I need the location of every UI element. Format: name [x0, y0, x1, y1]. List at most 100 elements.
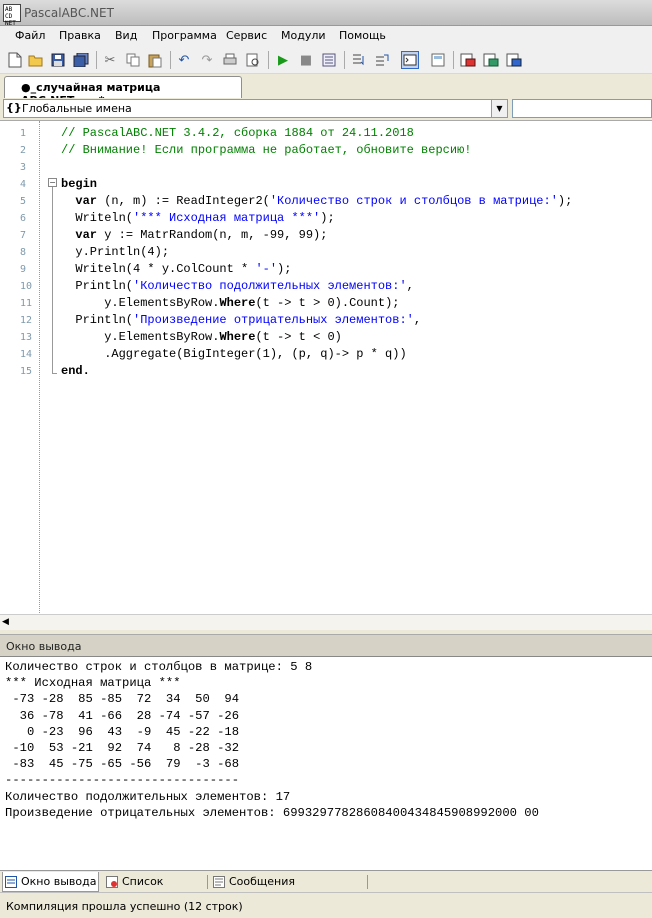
line-number: 10	[20, 281, 33, 292]
output-panel-header: Окно вывода	[0, 634, 652, 656]
line-number: 6	[20, 213, 27, 224]
chevron-down-icon[interactable]: ▼	[491, 100, 507, 117]
code-line[interactable]: begin	[61, 176, 97, 193]
tab-compiler-messages[interactable]: Сообщения компилятора	[211, 872, 366, 908]
code-token: 'Произведение отрицательных элементов:'	[133, 313, 414, 327]
toolbar-separator	[170, 51, 171, 69]
undo-icon[interactable]: ↶	[175, 51, 193, 69]
code-line[interactable]: .Aggregate(BigInteger(1), (p, q)-> p * q…	[61, 346, 407, 363]
code-editor[interactable]: 1 2 3 4 5 6 7 8 9 10 11 12 13 14 15 − // PascalABC.NET…	[0, 120, 652, 615]
stop-icon[interactable]: ■	[297, 51, 315, 69]
output-window-icon	[5, 876, 17, 888]
code-line[interactable]: y.Println(4);	[61, 244, 169, 261]
toolbar: ✂ ↶ ↷ ▶ ■	[0, 46, 652, 74]
line-number: 14	[20, 349, 33, 360]
output-line: Произведение отрицательных элементов: 69…	[5, 805, 539, 820]
code-token: 'Количество строк и столбцов в матрице:'	[269, 194, 558, 208]
line-number: 2	[20, 145, 27, 156]
code-line[interactable]: Println('Произведение отрицательных элем…	[61, 312, 421, 329]
output-line: Количество строк и столбцов в матрице: 5…	[5, 660, 313, 674]
debug-locals-icon[interactable]	[482, 51, 500, 69]
fold-toggle-icon[interactable]: −	[48, 178, 57, 187]
save-all-icon[interactable]	[72, 51, 90, 69]
line-number: 13	[20, 332, 33, 343]
cut-icon[interactable]: ✂	[101, 51, 119, 69]
code-token: .Aggregate(BigInteger(1), (p, q)-> p * q…	[61, 347, 407, 361]
horizontal-scrollbar[interactable]: ◀	[0, 614, 652, 630]
menu-service[interactable]: Сервис	[226, 29, 267, 42]
menu-help[interactable]: Помощь	[339, 29, 386, 42]
code-token: );	[320, 211, 335, 225]
debug-registers-icon[interactable]	[505, 51, 523, 69]
code-token: y.Println(4);	[61, 245, 170, 259]
code-line[interactable]: y.ElementsByRow.Where(t -> t > 0).Count)…	[61, 295, 399, 312]
line-number: 12	[20, 315, 33, 326]
code-token: // Внимание! Если программа не работает,…	[61, 143, 472, 157]
menu-bar: Файл Правка Вид Программа Сервис Модули …	[0, 26, 652, 46]
save-icon[interactable]	[49, 51, 67, 69]
copy-icon[interactable]	[124, 51, 142, 69]
new-file-icon[interactable]	[6, 51, 24, 69]
code-line[interactable]: Println('Количество подолжительных элеме…	[61, 278, 413, 295]
toolbar-separator	[96, 51, 97, 69]
paste-icon[interactable]	[146, 51, 164, 69]
code-token: Where	[219, 330, 256, 344]
menu-file[interactable]: Файл	[15, 29, 45, 42]
redo-icon[interactable]: ↷	[198, 51, 216, 69]
menu-view[interactable]: Вид	[115, 29, 137, 42]
error-list-icon	[106, 876, 118, 888]
code-line[interactable]: // PascalABC.NET 3.4.2, сборка 1884 от 2…	[61, 125, 414, 142]
line-number: 11	[20, 298, 33, 309]
title-bar: AB CD NET PascalABC.NET	[0, 0, 652, 27]
code-token: );	[557, 194, 573, 208]
line-number: 7	[20, 230, 27, 241]
print-preview-icon[interactable]	[244, 51, 262, 69]
code-token: (t -> t > 0).Count);	[255, 296, 400, 310]
code-token: Where	[219, 296, 256, 310]
run-icon[interactable]: ▶	[274, 51, 292, 69]
print-icon[interactable]	[221, 51, 239, 69]
step-into-icon[interactable]	[350, 51, 368, 69]
code-token: Println(	[61, 279, 134, 293]
code-line[interactable]: end.	[61, 363, 90, 380]
step-over-icon[interactable]	[373, 51, 391, 69]
output-line: -73 -28 85 -85 72 34 50 94	[5, 692, 240, 707]
code-line[interactable]: y.ElementsByRow.Where(t -> t < 0)	[61, 329, 342, 346]
tab-output-window-label: Окно вывода	[21, 875, 97, 888]
form-icon[interactable]	[429, 51, 447, 69]
scroll-left-icon[interactable]: ◀	[2, 617, 9, 627]
line-number: 15	[20, 366, 33, 377]
namespace-icon: {}	[6, 101, 22, 114]
line-number: 5	[20, 196, 27, 207]
menu-edit[interactable]: Правка	[59, 29, 101, 42]
member-dropdown[interactable]	[512, 99, 652, 118]
tab-error-list[interactable]: Список ошибок	[104, 872, 204, 908]
compiler-messages-icon	[213, 876, 225, 888]
editor-tab-strip: ●_случайная матрица ABC.NET.pas*	[0, 74, 652, 107]
line-number: 4	[20, 179, 27, 190]
debug-watch-icon[interactable]	[459, 51, 477, 69]
output-line: *** Исходная матрица ***	[5, 676, 181, 691]
code-token: ,	[413, 313, 422, 327]
open-folder-icon[interactable]	[27, 51, 45, 69]
code-token: Writeln(	[61, 211, 134, 225]
output-window-icon[interactable]	[401, 51, 419, 69]
code-line[interactable]: Writeln('*** Исходная матрица ***');	[61, 210, 335, 227]
tab-separator	[207, 875, 208, 889]
code-line[interactable]: var (n, m) := ReadInteger2('Количество с…	[61, 193, 572, 210]
line-number: 3	[20, 162, 27, 173]
tab-output-window[interactable]: Окно вывода	[2, 872, 99, 892]
code-line[interactable]: Writeln(4 * y.ColCount * '-');	[61, 261, 291, 278]
toolbar-separator	[453, 51, 454, 69]
code-line[interactable]: var y := MatrRandom(n, m, -99, 99);	[61, 227, 327, 244]
editor-tab[interactable]: ●_случайная матрица ABC.NET.pas*	[4, 76, 242, 107]
code-token: var	[61, 194, 98, 208]
output-window[interactable]: Количество строк и столбцов в матрице: 5…	[0, 656, 652, 870]
code-token: var	[61, 228, 98, 242]
menu-program[interactable]: Программа	[152, 29, 217, 42]
status-text: Компиляция прошла успешно (12 строк)	[6, 900, 243, 913]
scope-dropdown[interactable]: {} Глобальные имена ▼	[3, 99, 508, 118]
compile-icon[interactable]	[320, 51, 338, 69]
menu-modules[interactable]: Модули	[281, 29, 326, 42]
code-line[interactable]: // Внимание! Если программа не работает,…	[61, 142, 471, 159]
